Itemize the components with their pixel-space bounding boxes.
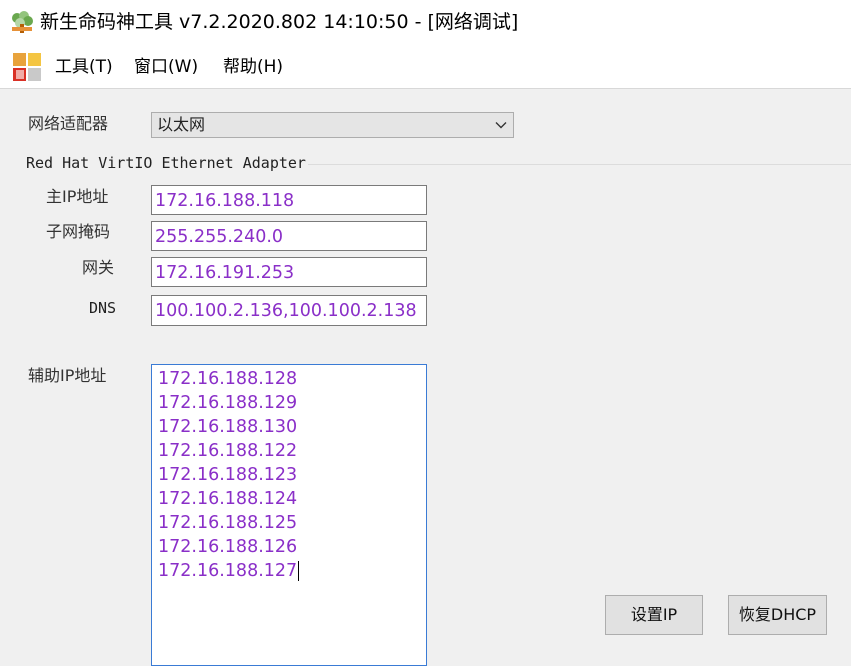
chevron-down-icon bbox=[495, 122, 507, 129]
window-title: 新生命码神工具 v7.2.2020.802 14:10:50 - [网络调试] bbox=[40, 11, 519, 33]
aux-ip-line-text: 172.16.188.127 bbox=[158, 561, 298, 581]
dns-label: DNS bbox=[89, 299, 117, 317]
dns-field[interactable]: 100.100.2.136,100.100.2.138 bbox=[151, 295, 427, 326]
aux-ip-line: 172.16.188.130 bbox=[158, 417, 298, 437]
aux-ip-line: 172.16.188.126 bbox=[158, 537, 298, 557]
adapter-label: 网络适配器 bbox=[28, 114, 109, 133]
aux-ip-line: 172.16.188.128 bbox=[158, 369, 298, 389]
aux-ip-line: 172.16.188.129 bbox=[158, 393, 298, 413]
aux-ip-line: 172.16.188.123 bbox=[158, 465, 298, 485]
dns-value: 100.100.2.136,100.100.2.138 bbox=[155, 301, 417, 321]
gateway-field[interactable]: 172.16.191.253 bbox=[151, 257, 427, 287]
aux-ip-last-line: 172.16.188.127 bbox=[158, 559, 300, 583]
subnet-mask-value: 255.255.240.0 bbox=[155, 227, 284, 247]
subnet-mask-field[interactable]: 255.255.240.0 bbox=[151, 221, 427, 251]
gateway-label: 网关 bbox=[82, 258, 115, 277]
network-debug-panel: 网络适配器 以太网 Red Hat VirtIO Ethernet Adapte… bbox=[0, 88, 851, 666]
aux-ip-line: 172.16.188.122 bbox=[158, 441, 298, 461]
windows-flag-icon bbox=[13, 53, 41, 81]
adapter-name: Red Hat VirtIO Ethernet Adapter bbox=[26, 154, 306, 172]
set-ip-button[interactable]: 设置IP bbox=[605, 595, 703, 635]
aux-ip-textarea[interactable]: 172.16.188.128 172.16.188.129 172.16.188… bbox=[151, 364, 427, 666]
adapter-select-value: 以太网 bbox=[157, 115, 206, 134]
aux-ip-label: 辅助IP地址 bbox=[28, 366, 107, 385]
menu-help[interactable]: 帮助(H) bbox=[223, 56, 283, 78]
title-bar: 新生命码神工具 v7.2.2020.802 14:10:50 - [网络调试] bbox=[0, 0, 851, 44]
restore-dhcp-button[interactable]: 恢复DHCP bbox=[728, 595, 827, 635]
aux-ip-line: 172.16.188.125 bbox=[158, 513, 298, 533]
ip-address-value: 172.16.188.118 bbox=[155, 191, 295, 211]
ip-label: 主IP地址 bbox=[46, 187, 109, 206]
menu-bar: 工具(T) 窗口(W) 帮助(H) bbox=[0, 44, 851, 88]
menu-window[interactable]: 窗口(W) bbox=[134, 56, 198, 78]
group-divider bbox=[308, 164, 851, 165]
aux-ip-line: 172.16.188.124 bbox=[158, 489, 298, 509]
tree-app-icon bbox=[12, 11, 33, 33]
ip-address-field[interactable]: 172.16.188.118 bbox=[151, 185, 427, 215]
gateway-value: 172.16.191.253 bbox=[155, 263, 295, 283]
adapter-select[interactable]: 以太网 bbox=[151, 112, 514, 138]
mask-label: 子网掩码 bbox=[46, 222, 111, 241]
menu-tools[interactable]: 工具(T) bbox=[55, 56, 113, 78]
text-caret bbox=[298, 561, 300, 581]
